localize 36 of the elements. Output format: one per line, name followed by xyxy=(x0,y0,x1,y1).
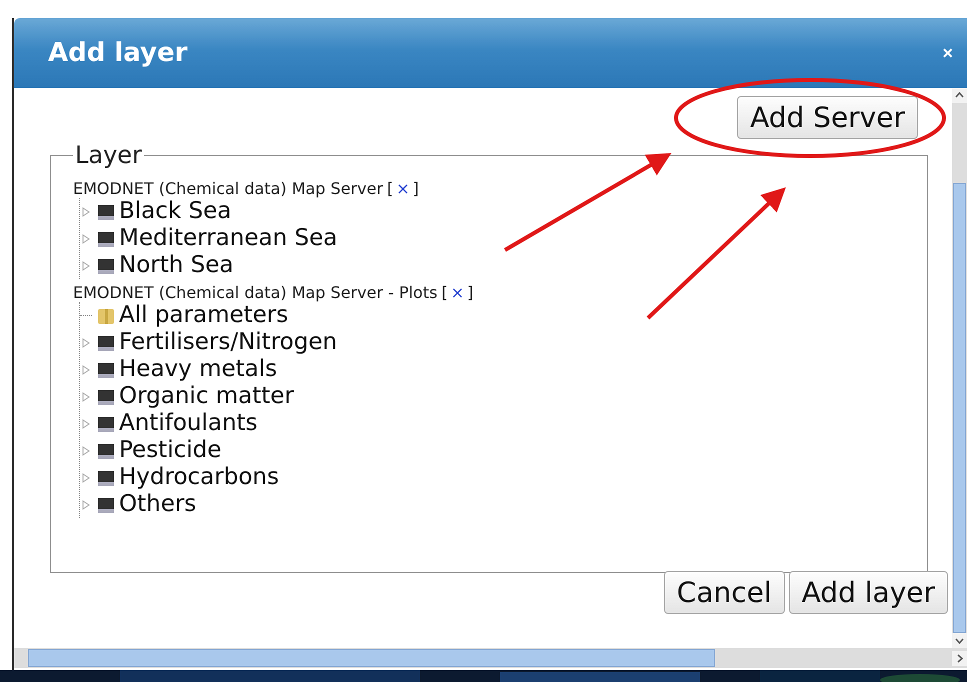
remove-link[interactable]: [ × ] xyxy=(387,179,419,198)
tree-item[interactable]: Organic matter xyxy=(119,383,294,410)
tree-item[interactable]: Pesticide xyxy=(119,437,222,464)
expander-icon[interactable] xyxy=(80,336,92,348)
panel-legend: Layer xyxy=(73,141,144,169)
expander-icon[interactable] xyxy=(80,260,92,272)
tree-item[interactable]: All parameters xyxy=(119,302,288,329)
window-title: Add layer xyxy=(48,38,188,68)
scroll-down-icon[interactable] xyxy=(952,633,967,648)
expander-icon[interactable] xyxy=(80,444,92,456)
tree-item[interactable]: Black Sea xyxy=(119,198,232,225)
remove-link[interactable]: [ × ] xyxy=(441,283,474,302)
tree-item[interactable]: Hydrocarbons xyxy=(119,464,279,491)
scroll-right-icon[interactable] xyxy=(952,650,967,666)
expander-icon[interactable] xyxy=(80,206,92,218)
tree-item[interactable]: Mediterranean Sea xyxy=(119,225,338,252)
expander-icon[interactable] xyxy=(80,472,92,484)
expander-icon[interactable] xyxy=(80,232,92,244)
expander-icon[interactable] xyxy=(80,498,92,510)
add-layer-button[interactable]: Add layer xyxy=(788,571,948,614)
expander-icon[interactable] xyxy=(80,364,92,376)
expander-icon[interactable] xyxy=(80,418,92,430)
horizontal-scrollbar[interactable] xyxy=(14,648,967,668)
expander-icon[interactable] xyxy=(80,390,92,402)
tree-item[interactable]: Heavy metals xyxy=(119,356,278,383)
cancel-button[interactable]: Cancel xyxy=(664,571,785,614)
server-title: EMODNET (Chemical data) Map Server xyxy=(73,179,384,198)
tree-item[interactable]: Antifoulants xyxy=(119,410,258,437)
scroll-up-icon[interactable] xyxy=(952,88,967,103)
add-server-button[interactable]: Add Server xyxy=(737,96,918,139)
vertical-scrollbar[interactable] xyxy=(952,88,967,648)
server-title: EMODNET (Chemical data) Map Server - Plots xyxy=(73,283,438,302)
close-button[interactable]: × xyxy=(942,42,953,64)
tree-item[interactable]: North Sea xyxy=(119,252,234,279)
tree-item[interactable]: Others xyxy=(119,491,196,518)
tree-item[interactable]: Fertilisers/Nitrogen xyxy=(119,329,338,356)
